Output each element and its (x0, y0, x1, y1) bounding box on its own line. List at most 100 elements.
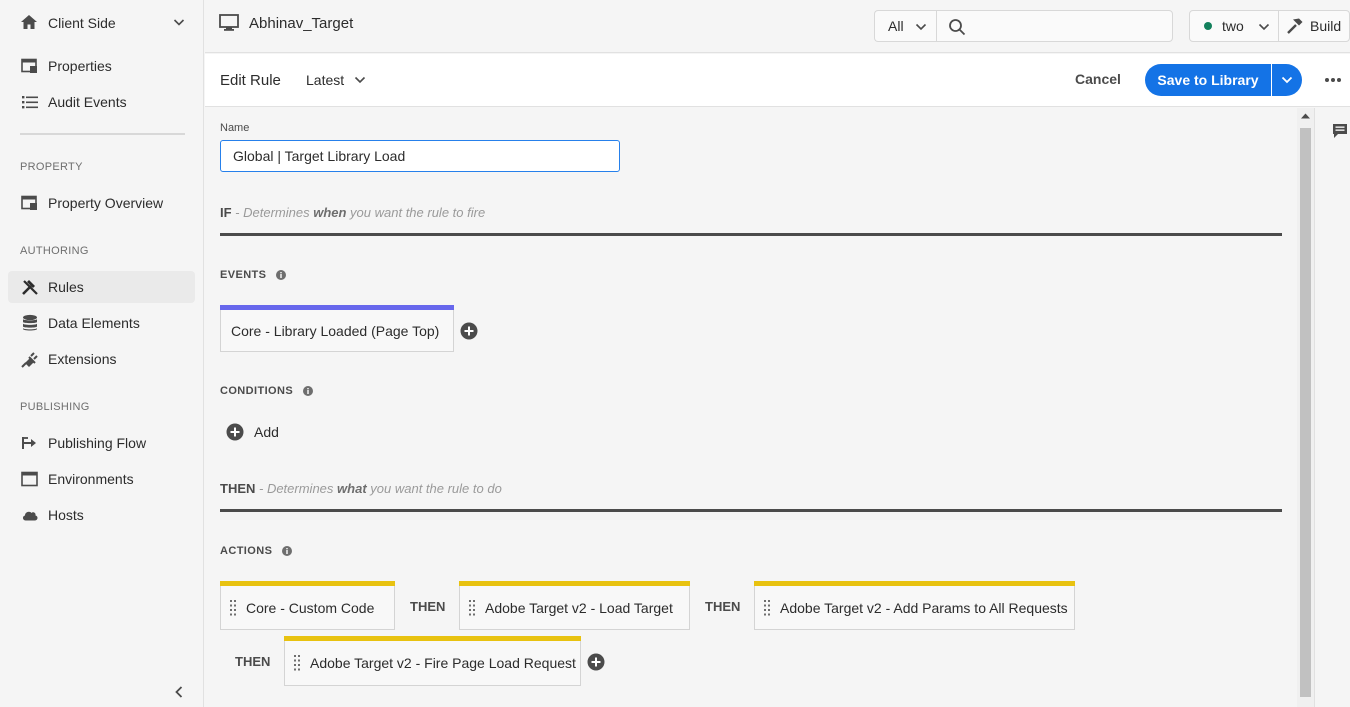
sidebar-item-rules[interactable]: Rules (8, 271, 195, 303)
property-title[interactable]: Abhinav_Target (219, 14, 353, 32)
drag-handle-icon[interactable] (294, 655, 300, 671)
drag-handle-icon[interactable] (469, 599, 475, 616)
sidebar-item-label: Rules (48, 279, 84, 295)
revision-value: Latest (306, 72, 345, 88)
chevron-down-icon (1258, 23, 1270, 31)
sidebar-item-audit-events[interactable]: Audit Events (8, 86, 195, 118)
properties-icon (20, 56, 40, 76)
sidebar-item-label: Publishing Flow (48, 435, 147, 451)
save-options-button[interactable] (1272, 64, 1302, 96)
add-icon (226, 423, 244, 441)
then-separator: THEN (410, 599, 446, 614)
then-keyword: THEN (220, 481, 256, 496)
action-card[interactable]: Adobe Target v2 - Add Params to All Requ… (754, 581, 1075, 630)
search-input[interactable] (936, 10, 1173, 42)
sidebar-item-environments[interactable]: Environments (8, 463, 195, 495)
right-rail (1314, 108, 1350, 707)
chevron-down-icon (915, 23, 927, 31)
if-desc-b: you want the rule to fire (346, 205, 486, 220)
action-card[interactable]: Core - Custom Code (220, 581, 395, 630)
hammer-icon (1287, 18, 1303, 34)
action-bar: Edit Rule Latest Cancel Save to Library (205, 54, 1350, 107)
sidebar-item-publishing-flow[interactable]: Publishing Flow (8, 427, 195, 459)
then-desc-a: - Determines (255, 481, 338, 496)
sidebar-divider (20, 133, 185, 135)
then-heading: THEN - Determines what you want the rule… (220, 481, 502, 496)
if-desc-em: when (313, 205, 347, 220)
sidebar-item-label: Audit Events (48, 94, 127, 110)
conditions-heading: CONDITIONS (220, 385, 314, 397)
actions-heading: ACTIONS (220, 545, 293, 557)
add-condition-button[interactable]: Add (226, 423, 279, 441)
build-button[interactable]: Build (1278, 10, 1350, 42)
event-card-bar (220, 305, 454, 310)
add-action-icon[interactable] (587, 653, 605, 671)
action-card-bar (284, 636, 581, 641)
company-name: Client Side (48, 15, 116, 31)
drag-handle-icon[interactable] (230, 599, 236, 616)
comment-icon[interactable] (1332, 123, 1348, 139)
sidebar-item-properties[interactable]: Properties (8, 50, 195, 82)
database-icon (20, 313, 40, 333)
library-select[interactable]: two (1189, 10, 1279, 42)
revision-select[interactable]: Latest (306, 72, 366, 88)
add-event-icon[interactable] (460, 322, 478, 340)
rules-icon (20, 277, 40, 297)
sidebar-item-extensions[interactable]: Extensions (8, 343, 195, 375)
cancel-button[interactable]: Cancel (1075, 71, 1121, 87)
scroll-up-arrow-icon[interactable] (1300, 112, 1311, 120)
home-icon (20, 14, 38, 33)
chevron-down-icon (173, 19, 185, 26)
sidebar: Client Side Properties Audit Events PROP… (0, 0, 204, 707)
build-label: Build (1310, 18, 1342, 34)
monitor-icon (219, 14, 239, 31)
action-card[interactable]: Adobe Target v2 - Fire Page Load Request (284, 636, 581, 686)
sidebar-item-hosts[interactable]: Hosts (8, 499, 195, 531)
then-separator: THEN (235, 654, 271, 669)
action-label: Adobe Target v2 - Add Params to All Requ… (780, 599, 1068, 616)
properties-icon (20, 193, 40, 213)
then-desc-b: you want the rule to do (366, 481, 502, 496)
events-label: EVENTS (220, 269, 267, 281)
event-label: Core - Library Loaded (Page Top) (231, 322, 440, 339)
then-separator: THEN (705, 599, 741, 614)
action-label: Core - Custom Code (246, 599, 375, 616)
sidebar-item-label: Environments (48, 471, 134, 487)
then-desc-em: what (337, 481, 367, 496)
sidebar-item-data-elements[interactable]: Data Elements (8, 307, 195, 339)
list-icon (20, 92, 40, 112)
sidebar-item-label: Properties (48, 58, 112, 74)
property-name: Abhinav_Target (249, 14, 354, 32)
save-to-library-button[interactable]: Save to Library (1145, 64, 1271, 96)
chevron-down-icon (1281, 76, 1293, 84)
sidebar-item-property-overview[interactable]: Property Overview (8, 187, 195, 219)
info-icon[interactable] (276, 270, 287, 280)
event-card[interactable]: Core - Library Loaded (Page Top) (220, 305, 454, 352)
search-scope-select[interactable]: All (874, 10, 937, 42)
conditions-label: CONDITIONS (220, 385, 294, 397)
info-icon[interactable] (282, 546, 293, 556)
collapse-sidebar-icon[interactable] (173, 684, 185, 700)
action-card-bar (754, 581, 1075, 586)
action-card[interactable]: Adobe Target v2 - Load Target (459, 581, 690, 630)
scrollbar-thumb[interactable] (1300, 128, 1311, 697)
info-icon[interactable] (303, 386, 314, 396)
page-title: Edit Rule (220, 72, 281, 89)
scope-value: All (888, 18, 904, 34)
top-bar: Abhinav_Target All two Build (205, 0, 1350, 53)
if-keyword: IF (220, 205, 232, 220)
then-divider (220, 509, 1282, 512)
if-heading: IF - Determines when you want the rule t… (220, 205, 485, 220)
if-divider (220, 233, 1282, 236)
library-status-dot (1204, 22, 1212, 30)
drag-handle-icon[interactable] (764, 599, 770, 616)
search-icon (949, 19, 966, 36)
if-desc-a: - Determines (231, 205, 314, 220)
more-options-icon[interactable] (1324, 77, 1342, 83)
name-label: Name (220, 122, 250, 134)
rule-name-input[interactable] (220, 140, 620, 172)
events-heading: EVENTS (220, 269, 287, 281)
action-card-bar (459, 581, 690, 586)
company-switcher[interactable]: Client Side (8, 8, 195, 38)
sidebar-item-label: Hosts (48, 507, 84, 523)
